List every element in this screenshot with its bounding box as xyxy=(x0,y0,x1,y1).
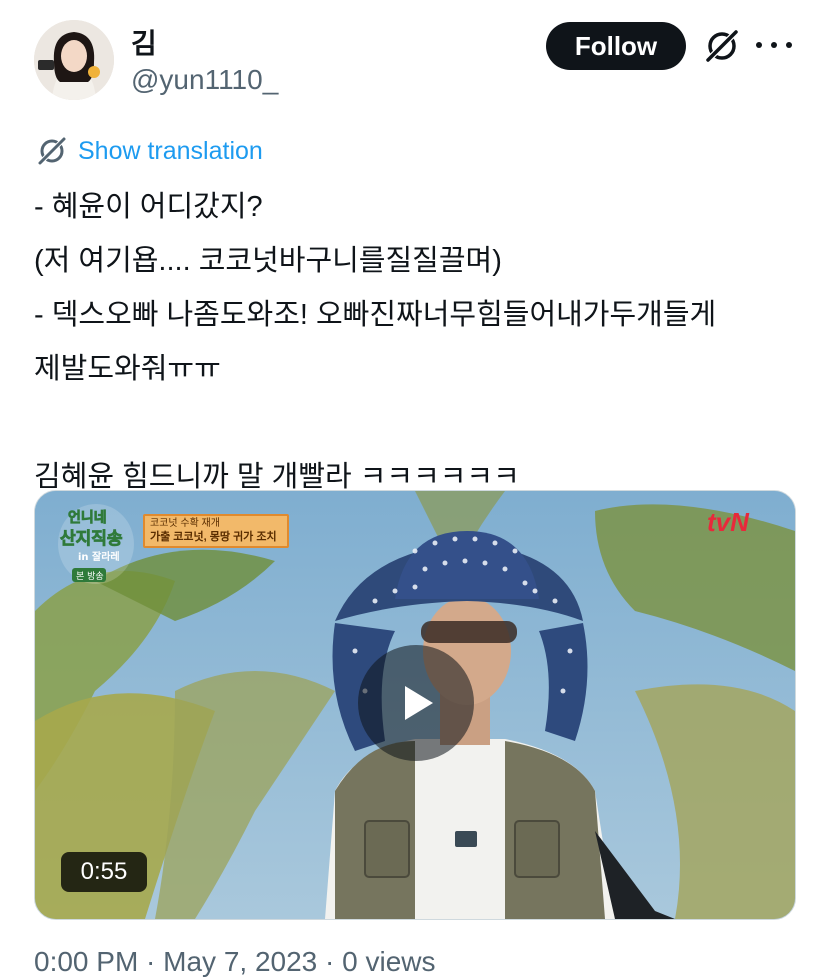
translate-icon xyxy=(38,137,66,165)
follow-button[interactable]: Follow xyxy=(546,22,686,70)
channel-logo: tvN xyxy=(707,507,749,537)
author-handle[interactable]: @yun1110_ xyxy=(131,64,278,96)
grok-icon[interactable] xyxy=(703,27,741,65)
more-options-icon[interactable] xyxy=(756,28,792,62)
show-logo-line1: 언니네 xyxy=(68,509,107,526)
play-icon xyxy=(405,686,433,720)
show-logo-line2: 산지직송 xyxy=(60,529,123,549)
author-name[interactable]: 김 xyxy=(131,22,157,62)
video-caption-line2: 가출 코코넛, 몽땅 귀가 조치 xyxy=(150,531,277,543)
show-logo-tag: 본 방송 xyxy=(76,571,104,582)
tweet-text: - 혜윤이 어디갔지? (저 여기욥.... 코코넛바구니를질질끌며) - 덱스… xyxy=(34,191,717,493)
more-dot xyxy=(771,42,777,48)
show-logo-badge: 언니네 산지직송 in 잘라레 본 방송 xyxy=(58,504,134,584)
tweet-timestamp[interactable]: 0:00 PM · May 7, 2023 · 0 views xyxy=(34,946,436,978)
video-duration-badge: 0:55 xyxy=(61,852,147,892)
more-dot xyxy=(786,42,792,48)
translate-row[interactable]: Show translation xyxy=(36,135,263,167)
play-button[interactable] xyxy=(358,645,474,761)
show-logo: 언니네 산지직송 in 잘라레 본 방송 xyxy=(58,500,138,591)
show-translation-link[interactable]: Show translation xyxy=(78,137,263,166)
more-dot xyxy=(756,42,762,48)
avatar[interactable] xyxy=(34,20,114,100)
show-logo-line3: in 잘라레 xyxy=(78,550,120,563)
video-caption-line1: 코코넛 수확 재개 xyxy=(150,518,220,529)
avatar-image xyxy=(34,20,114,100)
